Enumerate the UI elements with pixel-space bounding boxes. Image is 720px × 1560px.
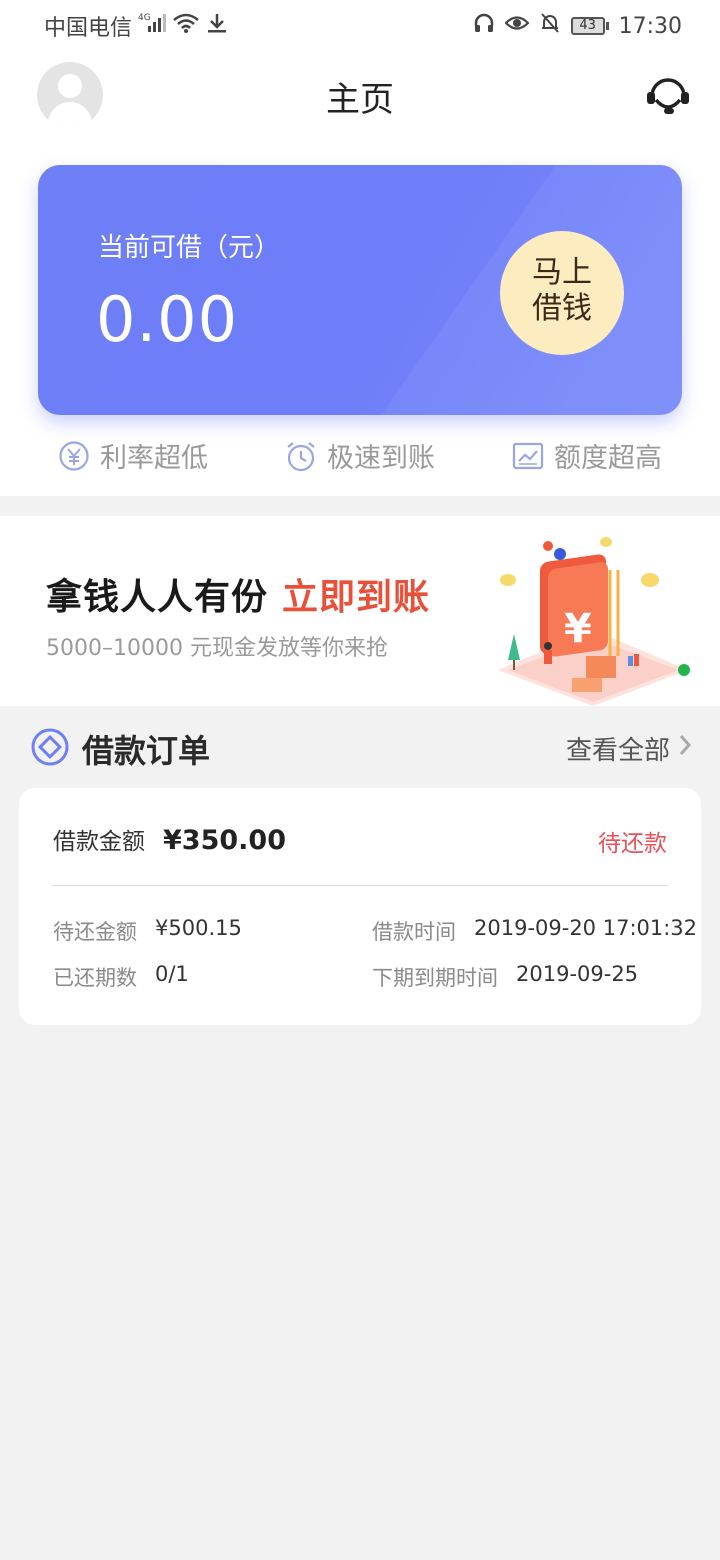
next-due-label: 下期到期时间 (372, 966, 498, 990)
next-due-row: 下期到期时间 2019-09-25 (372, 962, 638, 992)
banner-subtitle: 5000–10000 元现金发放等你来抢 (46, 636, 388, 661)
orders-section-header: 借款订单 查看全部 (0, 716, 720, 776)
chevron-right-icon (678, 733, 692, 764)
order-status-badge: 待还款 (598, 831, 667, 857)
loan-amount-value: ¥350.00 (163, 825, 286, 856)
signal-icon: 4G (138, 12, 167, 40)
loan-amount-label: 借款金额 (53, 829, 145, 855)
svg-text:¥: ¥ (564, 606, 592, 652)
borrow-button-line2: 借钱 (532, 291, 592, 326)
feature-label: 利率超低 (100, 443, 208, 474)
banner-title: 拿钱人人有份 立即到账 (46, 568, 430, 620)
promo-banner[interactable]: 拿钱人人有份 立即到账 5000–10000 元现金发放等你来抢 ¥ (0, 516, 720, 706)
download-icon (206, 12, 228, 40)
borrow-now-button[interactable]: 马上 借钱 (500, 231, 624, 355)
due-amount-row: 待还金额 ¥500.15 (53, 916, 242, 946)
available-loan-amount: 0.00 (96, 283, 239, 356)
feature-low-rate: 利率超低 (58, 436, 208, 475)
borrow-time-row: 借款时间 2019-09-20 17:01:32 (372, 916, 697, 946)
paid-periods-row: 已还期数 0/1 (53, 962, 189, 992)
diamond-badge-icon (31, 728, 69, 766)
status-bar: 中国电信 4G 43 17:30 (0, 0, 720, 52)
feature-list: 利率超低 极速到账 额度超高 (0, 436, 720, 484)
view-all-label: 查看全部 (565, 736, 670, 766)
due-amount-value: ¥500.15 (155, 916, 242, 940)
eye-icon (504, 12, 530, 40)
loan-order-card[interactable]: 借款金额 ¥350.00 待还款 待还金额 ¥500.15 借款时间 2019-… (19, 788, 701, 1025)
carrier-name: 中国电信 (44, 16, 133, 41)
feature-fast-arrival: 极速到账 (285, 436, 435, 475)
feature-high-limit: 额度超高 (512, 436, 662, 475)
wifi-icon (172, 12, 200, 40)
feature-label: 额度超高 (554, 443, 662, 474)
app-header: 主页 (0, 52, 720, 140)
banner-indicator-dot (678, 664, 690, 676)
paid-periods-label: 已还期数 (53, 966, 137, 990)
order-divider (53, 885, 667, 886)
banner-title-highlight: 立即到账 (282, 577, 431, 618)
customer-service-icon[interactable] (644, 74, 692, 118)
due-amount-label: 待还金额 (53, 920, 137, 944)
available-loan-card: 当前可借（元） 0.00 马上 借钱 (38, 165, 682, 415)
page-title: 主页 (326, 80, 394, 120)
mute-bell-icon (539, 12, 561, 40)
paid-periods-value: 0/1 (155, 962, 189, 986)
headphones-icon (473, 12, 495, 40)
orders-section-title: 借款订单 (82, 732, 211, 770)
battery-icon: 43 (570, 17, 609, 35)
battery-level: 43 (570, 17, 605, 35)
borrow-time-label: 借款时间 (372, 920, 456, 944)
view-all-link[interactable]: 查看全部 (566, 730, 692, 767)
borrow-button-line1: 马上 (532, 255, 592, 290)
trend-chart-icon (512, 440, 544, 472)
next-due-value: 2019-09-25 (516, 962, 639, 986)
alarm-clock-icon (285, 440, 317, 472)
feature-label: 极速到账 (327, 443, 435, 474)
banner-title-main: 拿钱人人有份 (46, 577, 269, 618)
svg-text:4G: 4G (138, 13, 151, 23)
available-loan-label: 当前可借（元） (98, 233, 281, 263)
money-illustration: ¥ (488, 530, 698, 706)
clock-time: 17:30 (618, 13, 682, 39)
yen-circle-icon (58, 440, 90, 472)
borrow-time-value: 2019-09-20 17:01:32 (474, 916, 698, 940)
